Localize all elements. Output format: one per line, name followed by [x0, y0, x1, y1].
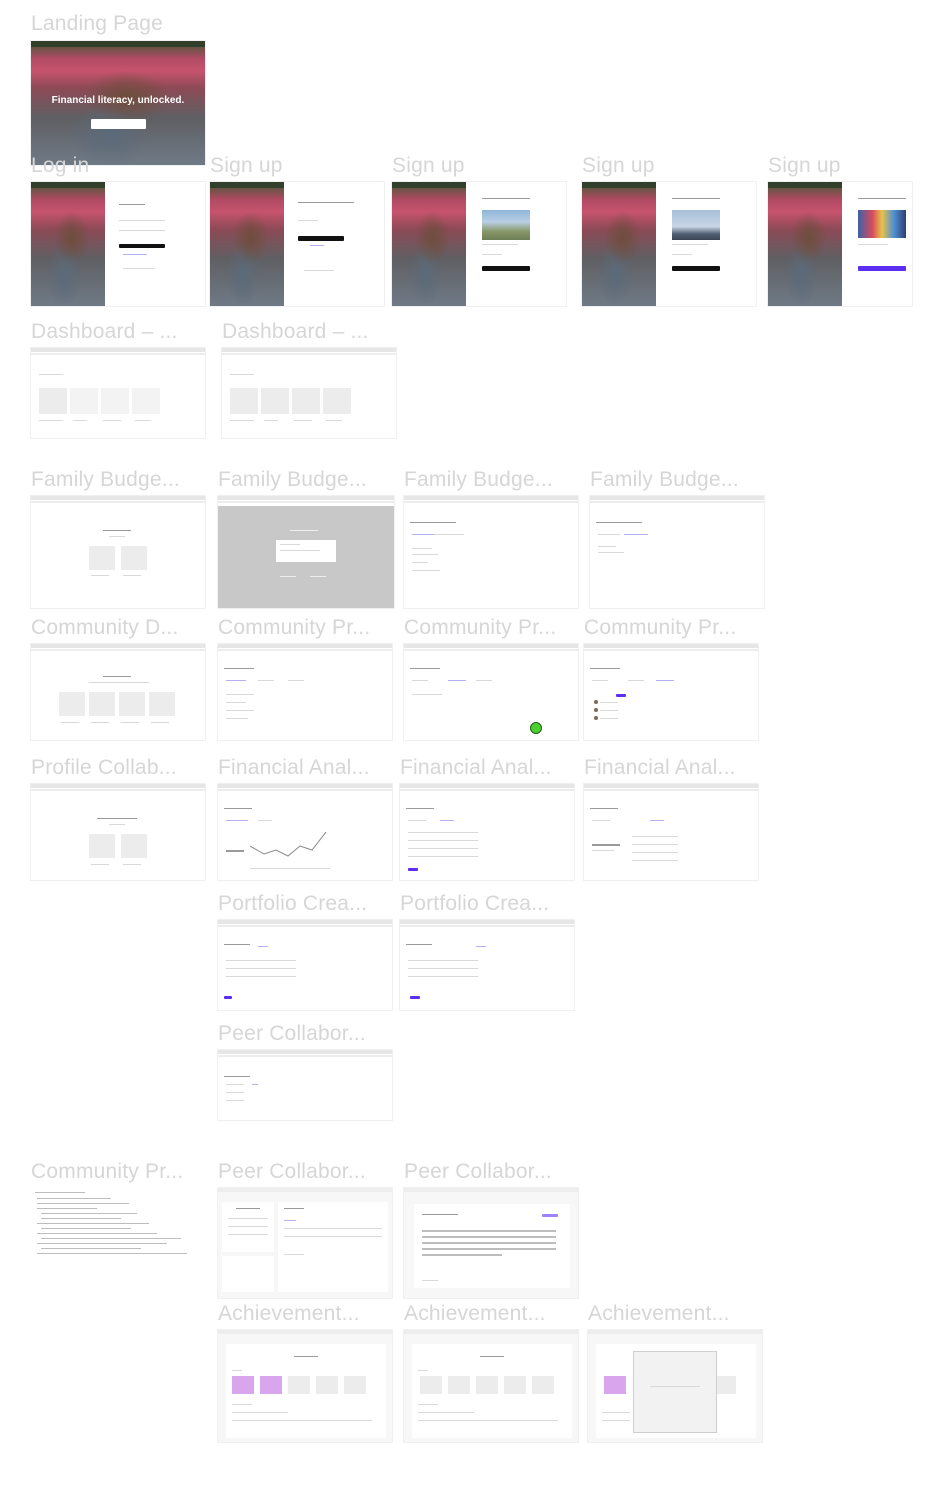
signup-image [482, 210, 530, 240]
frame-financial-2[interactable] [400, 784, 574, 880]
frame-dashboard-1[interactable] [31, 348, 205, 438]
frame-profile-collab[interactable] [31, 784, 205, 880]
frame-achievement-3[interactable] [588, 1330, 762, 1442]
frame-label-family-budget-2: Family Budge... [218, 468, 367, 491]
frame-label-portfolio-2: Portfolio Crea... [400, 892, 550, 915]
signup-image [672, 210, 720, 240]
frame-community-pr-1[interactable] [218, 644, 392, 740]
frame-label-community-pr-2: Community Pr... [404, 616, 557, 639]
frame-financial-3[interactable] [584, 784, 758, 880]
frame-family-budget-4[interactable] [590, 496, 764, 608]
frame-label-community-d: Community D... [31, 616, 179, 639]
frame-financial-1[interactable] [218, 784, 392, 880]
frame-signup-4[interactable] [768, 182, 912, 306]
frame-signup-1[interactable] [210, 182, 384, 306]
frame-label-community-pr-4: Community Pr... [31, 1160, 184, 1183]
frame-label-profile-collab: Profile Collab... [31, 756, 177, 779]
signup-photo [768, 182, 842, 306]
line-chart-thumbnail [250, 831, 327, 857]
frame-community-pr-4[interactable] [31, 1188, 201, 1260]
frame-community-pr-2[interactable] [404, 644, 578, 740]
financial-submit-button[interactable] [408, 868, 418, 871]
signup-continue-button[interactable] [298, 236, 344, 241]
frame-achievement-1[interactable] [218, 1330, 392, 1442]
frame-label-dashboard-1: Dashboard – ... [31, 320, 178, 343]
signup-photo [392, 182, 466, 306]
frame-label-signup-4: Sign up [768, 154, 841, 177]
frame-label-signup-3: Sign up [582, 154, 655, 177]
portfolio-create-button[interactable] [410, 996, 420, 999]
frame-community-pr-3[interactable] [584, 644, 758, 740]
frame-label-peer-collab-2: Peer Collabor... [218, 1160, 366, 1183]
frame-label-peer-collab-1: Peer Collabor... [218, 1022, 366, 1045]
frame-label-landing: Landing Page [31, 12, 164, 35]
frame-achievement-2[interactable] [404, 1330, 578, 1442]
frame-label-financial-3: Financial Anal... [584, 756, 736, 779]
frame-label-achievement-1: Achievement... [218, 1302, 360, 1325]
hero-cta-button[interactable] [91, 119, 146, 129]
signup-finish-button[interactable] [858, 266, 906, 271]
frame-label-login: Log in [31, 154, 90, 177]
frame-label-financial-2: Financial Anal... [400, 756, 552, 779]
frame-label-family-budget-3: Family Budge... [404, 468, 553, 491]
frame-peer-collab-3[interactable] [404, 1188, 578, 1298]
frame-label-achievement-3: Achievement... [588, 1302, 730, 1325]
frame-signup-2[interactable] [392, 182, 566, 306]
frame-family-budget-3[interactable] [404, 496, 578, 608]
frame-portfolio-1[interactable] [218, 920, 392, 1010]
frame-family-budget-1[interactable] [31, 496, 205, 608]
hero-headline: Financial literacy, unlocked. [51, 95, 185, 106]
community-join-button[interactable] [616, 694, 626, 697]
cursor-indicator [530, 722, 542, 734]
frame-label-signup-2: Sign up [392, 154, 465, 177]
frame-label-peer-collab-3: Peer Collabor... [404, 1160, 552, 1183]
login-button[interactable] [119, 244, 165, 248]
frame-peer-collab-2[interactable] [218, 1188, 392, 1298]
frame-label-community-pr-3: Community Pr... [584, 616, 737, 639]
frame-label-financial-1: Financial Anal... [218, 756, 370, 779]
frame-label-family-budget-1: Family Budge... [31, 468, 180, 491]
frame-peer-collab-1[interactable] [218, 1050, 392, 1120]
signup-photo [210, 182, 284, 306]
frame-signup-3[interactable] [582, 182, 756, 306]
frame-label-achievement-2: Achievement... [404, 1302, 546, 1325]
frame-label-portfolio-1: Portfolio Crea... [218, 892, 368, 915]
frame-label-family-budget-4: Family Budge... [590, 468, 739, 491]
login-photo [31, 182, 105, 306]
signup-next-button[interactable] [672, 266, 720, 271]
portfolio-create-button[interactable] [224, 996, 232, 999]
frame-label-signup-1: Sign up [210, 154, 283, 177]
signup-image [858, 210, 906, 238]
frame-family-budget-2[interactable] [218, 496, 394, 608]
frame-label-dashboard-2: Dashboard – ... [222, 320, 369, 343]
signup-photo [582, 182, 656, 306]
peer-action-button[interactable] [542, 1214, 558, 1217]
frame-portfolio-2[interactable] [400, 920, 574, 1010]
frame-dashboard-2[interactable] [222, 348, 396, 438]
frame-community-dashboard[interactable] [31, 644, 205, 740]
frame-label-community-pr-1: Community Pr... [218, 616, 371, 639]
achievement-modal[interactable] [634, 1352, 716, 1432]
frame-login[interactable] [31, 182, 205, 306]
frame-landing-page[interactable]: Financial literacy, unlocked. [31, 41, 205, 165]
signup-next-button[interactable] [482, 266, 530, 271]
